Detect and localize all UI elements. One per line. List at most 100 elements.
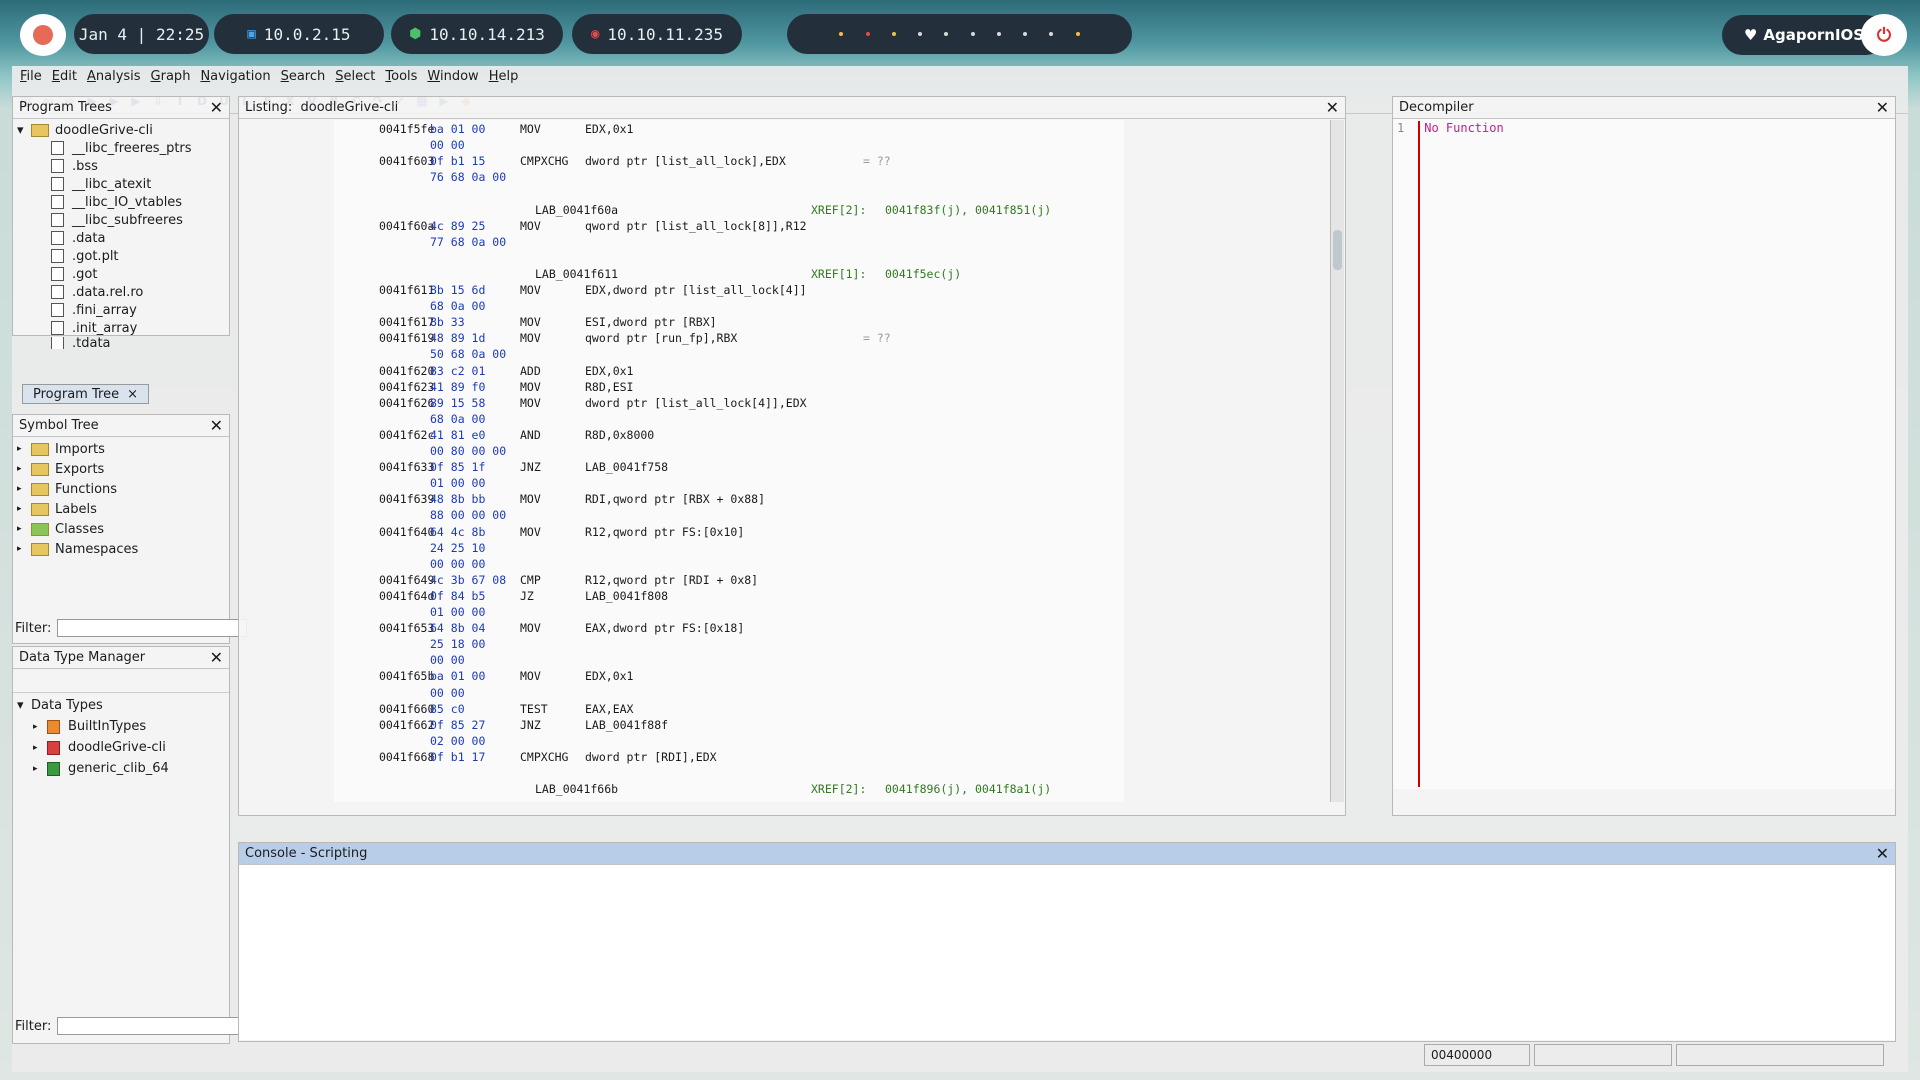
- tree-item[interactable]: __libc_subfreeres: [17, 211, 225, 229]
- status-address-text: 00400000: [1431, 1048, 1493, 1062]
- menu-edit[interactable]: Edit: [52, 69, 77, 84]
- symbol-folder-exports[interactable]: ▸ Exports: [17, 459, 225, 479]
- xref-value: 0041f5ec(j): [885, 266, 962, 281]
- decompiler-panel: Decompiler ✕ 1 No Function: [1392, 96, 1896, 816]
- tree-item[interactable]: .init_array: [17, 319, 225, 337]
- workspace-dot[interactable]: [891, 32, 896, 36]
- expand-icon[interactable]: ▸: [33, 722, 47, 732]
- expand-icon[interactable]: ▸: [17, 484, 31, 494]
- menu-file[interactable]: File: [20, 69, 42, 84]
- symbol-filter-input[interactable]: [57, 619, 248, 637]
- expand-icon[interactable]: ▸: [17, 524, 31, 534]
- code-bytes: 68 0a 00: [430, 411, 486, 426]
- dtm-archive[interactable]: ▸ doodleGrive-cli: [17, 737, 225, 758]
- menu-select[interactable]: Select: [335, 69, 375, 84]
- fragment-icon: [51, 213, 64, 227]
- code-bytes: 0f b1 17: [430, 749, 486, 764]
- tree-item[interactable]: .fini_array: [17, 301, 225, 319]
- close-icon[interactable]: ✕: [1326, 98, 1339, 117]
- distro-logo-button[interactable]: [20, 14, 66, 56]
- code-address: 0041f623: [379, 379, 435, 394]
- menu-analysis[interactable]: Analysis: [87, 69, 141, 84]
- listing-code-view[interactable]: 0041f5fe ba 01 00 MOV EDX,0x1 00 00 0041f603 0…: [334, 120, 1124, 802]
- code-address: 0041f611: [379, 283, 435, 297]
- workspace-dot[interactable]: [1023, 32, 1028, 36]
- ip-local-text: 10.0.2.15: [263, 24, 351, 44]
- workspace-switcher[interactable]: [787, 14, 1132, 54]
- power-button[interactable]: ⏻: [1861, 14, 1907, 56]
- fragment-icon: [51, 337, 64, 349]
- workspace-dot[interactable]: [944, 32, 949, 36]
- scroll-thumb[interactable]: [1333, 230, 1342, 270]
- code-operand: EDX,dword ptr [list_all_lock[4]]: [585, 283, 807, 297]
- tree-root[interactable]: ▾ doodleGrive-cli: [17, 121, 225, 139]
- expand-icon[interactable]: ▾: [17, 698, 31, 713]
- symbol-folder-functions[interactable]: ▸ Functions: [17, 479, 225, 499]
- tree-item[interactable]: .got: [17, 265, 225, 283]
- code-mnemonic: JNZ: [520, 717, 541, 732]
- code-address: 0041f662: [379, 717, 435, 732]
- code-bytes: ba 01 00: [430, 669, 486, 684]
- decompiler-title: Decompiler: [1399, 100, 1474, 115]
- workspace-dot[interactable]: [1049, 32, 1054, 36]
- expand-icon[interactable]: ▸: [33, 743, 47, 753]
- menu-window[interactable]: Window: [427, 69, 478, 84]
- expand-icon[interactable]: ▸: [17, 444, 31, 454]
- close-icon[interactable]: ✕: [210, 416, 223, 435]
- tree-item-label: .data.rel.ro: [72, 284, 144, 300]
- close-icon[interactable]: ✕: [210, 98, 223, 117]
- tree-item[interactable]: .tdata: [17, 337, 225, 349]
- tree-item[interactable]: __libc_atexit: [17, 175, 225, 193]
- dtm-archive[interactable]: ▸ generic_clib_64: [17, 758, 225, 779]
- menu-help[interactable]: Help: [489, 69, 519, 84]
- symbol-folder-classes[interactable]: ▸ Classes: [17, 519, 225, 539]
- expand-icon[interactable]: ▸: [33, 764, 47, 774]
- expand-icon[interactable]: ▾: [17, 123, 31, 138]
- menu-tools[interactable]: Tools: [385, 69, 417, 84]
- workspace-dot[interactable]: [1075, 32, 1080, 36]
- expand-icon[interactable]: ▸: [17, 544, 31, 554]
- tree-item-label: __libc_subfreeres: [72, 212, 183, 228]
- symbol-folder-labels[interactable]: ▸ Labels: [17, 499, 225, 519]
- expand-icon[interactable]: ▸: [17, 504, 31, 514]
- decompiler-view[interactable]: 1 No Function: [1393, 119, 1895, 789]
- dtm-root[interactable]: ▾ Data Types: [17, 695, 225, 716]
- tree-item[interactable]: .data.rel.ro: [17, 283, 225, 301]
- code-bytes: 83 c2 01: [430, 363, 486, 378]
- menu-graph[interactable]: Graph: [151, 69, 191, 84]
- ip-vpn-text: 10.10.14.213: [429, 24, 545, 44]
- workspace-dot[interactable]: [996, 32, 1001, 36]
- close-tab-icon[interactable]: ×: [127, 387, 138, 402]
- code-operand: RDI,qword ptr [RBX + 0x88]: [585, 492, 766, 507]
- fragment-icon: [51, 321, 64, 335]
- tree-item-label: __libc_atexit: [72, 176, 152, 192]
- tree-item[interactable]: __libc_freeres_ptrs: [17, 139, 225, 157]
- xref-label: XREF[2]:: [811, 782, 867, 797]
- workspace-dot[interactable]: [918, 32, 923, 36]
- dtm-archive[interactable]: ▸ BuiltInTypes: [17, 716, 225, 737]
- code-mnemonic: MOV: [520, 621, 541, 636]
- dtm-filter-input[interactable]: [57, 1017, 248, 1035]
- code-operand: R8D,ESI: [585, 379, 634, 394]
- close-icon[interactable]: ✕: [1876, 98, 1889, 117]
- workspace-dot[interactable]: [865, 32, 870, 36]
- tree-item[interactable]: __libc_IO_vtables: [17, 193, 225, 211]
- console-output[interactable]: [239, 865, 1895, 1040]
- listing-scrollbar[interactable]: [1330, 120, 1344, 802]
- close-icon[interactable]: ✕: [210, 648, 223, 667]
- workspace-dot[interactable]: [839, 32, 844, 36]
- expand-icon[interactable]: ▸: [17, 464, 31, 474]
- code-mnemonic: MOV: [520, 492, 541, 507]
- tree-item[interactable]: .bss: [17, 157, 225, 175]
- close-icon[interactable]: ✕: [1876, 844, 1889, 863]
- workspace-dot[interactable]: [970, 32, 975, 36]
- menu-search[interactable]: Search: [281, 69, 326, 84]
- tree-item[interactable]: .got.plt: [17, 247, 225, 265]
- menu-navigation[interactable]: Navigation: [200, 69, 270, 84]
- tab-program-tree[interactable]: Program Tree ×: [22, 384, 149, 404]
- symbol-folder-namespaces[interactable]: ▸ Namespaces: [17, 539, 225, 559]
- tree-item[interactable]: .data: [17, 229, 225, 247]
- code-operand: qword ptr [run_fp],RBX: [585, 331, 738, 346]
- program-trees-title: Program Trees: [19, 100, 112, 115]
- symbol-folder-imports[interactable]: ▸ Imports: [17, 439, 225, 459]
